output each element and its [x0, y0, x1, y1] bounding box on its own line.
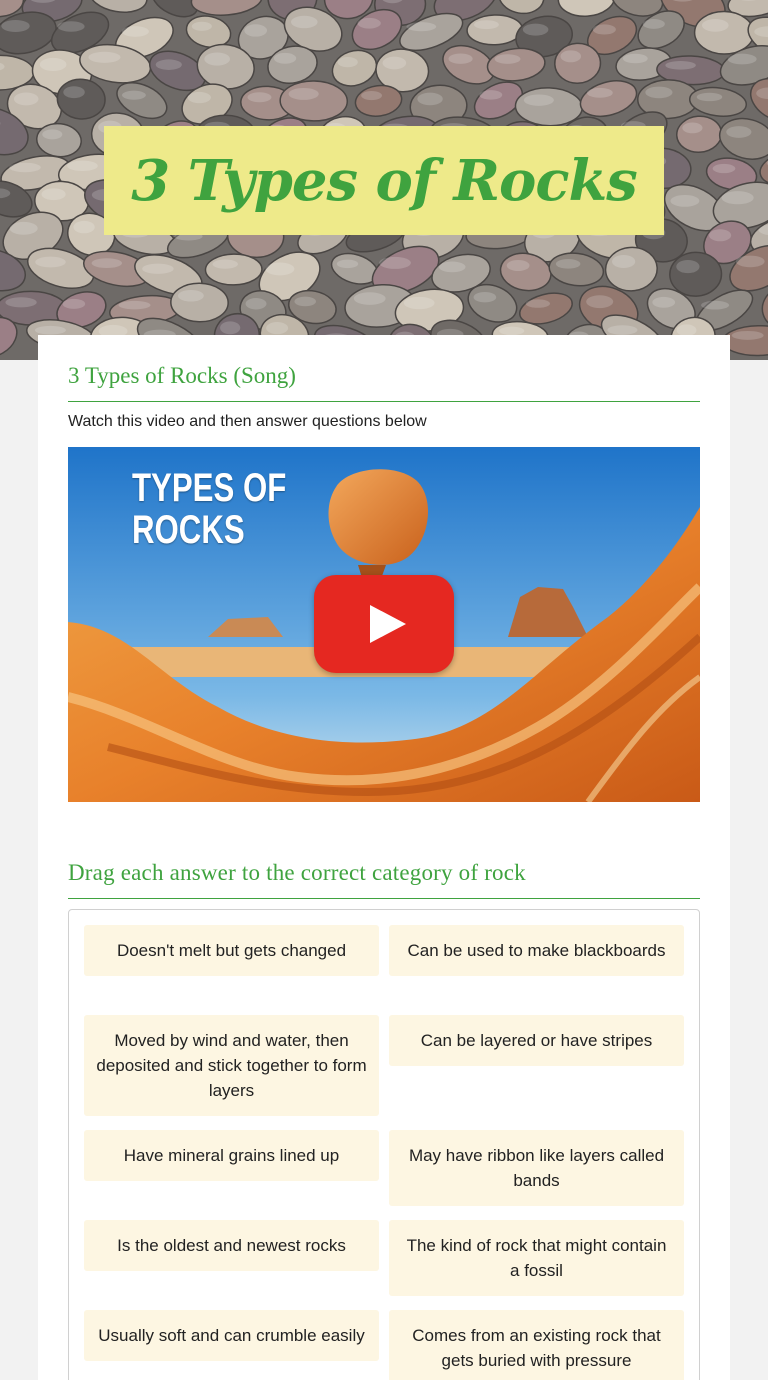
- thumbnail-caption-line1: TYPES OF: [132, 466, 287, 510]
- answer-chip[interactable]: The kind of rock that might contain a fo…: [389, 1220, 684, 1296]
- video-section-heading: 3 Types of Rocks (Song): [68, 363, 296, 388]
- drag-section-heading: Drag each answer to the correct category…: [68, 860, 526, 885]
- answer-chip[interactable]: Is the oldest and newest rocks: [84, 1220, 379, 1271]
- answer-bank: Doesn't melt but gets changed Can be use…: [68, 909, 700, 1380]
- title-banner: 3 Types of Rocks: [104, 126, 664, 235]
- heading-divider: [68, 401, 700, 402]
- answer-chip[interactable]: Can be used to make blackboards: [389, 925, 684, 976]
- video-player[interactable]: TYPES OF ROCKS: [68, 447, 700, 802]
- worksheet-card: 3 Types of Rocks (Song) Watch this video…: [38, 335, 730, 1380]
- answer-chip[interactable]: May have ribbon like layers called bands: [389, 1130, 684, 1206]
- pebble-header-background: 3 Types of Rocks: [0, 0, 768, 360]
- answer-chip[interactable]: Moved by wind and water, then deposited …: [84, 1015, 379, 1116]
- answer-chip[interactable]: Usually soft and can crumble easily: [84, 1310, 379, 1361]
- answer-chip[interactable]: Have mineral grains lined up: [84, 1130, 379, 1181]
- answer-chip[interactable]: Doesn't melt but gets changed: [84, 925, 379, 976]
- answer-chip[interactable]: Comes from an existing rock that gets bu…: [389, 1310, 684, 1380]
- thumbnail-caption-line2: ROCKS: [132, 508, 245, 552]
- answer-chip[interactable]: Can be layered or have stripes: [389, 1015, 684, 1066]
- video-instruction: Watch this video and then answer questio…: [68, 413, 427, 430]
- play-button[interactable]: [314, 575, 454, 673]
- play-icon: [370, 605, 406, 643]
- heading-divider: [68, 898, 700, 899]
- page-title: 3 Types of Rocks: [131, 147, 638, 214]
- thumbnail-caption: TYPES OF ROCKS: [132, 467, 286, 551]
